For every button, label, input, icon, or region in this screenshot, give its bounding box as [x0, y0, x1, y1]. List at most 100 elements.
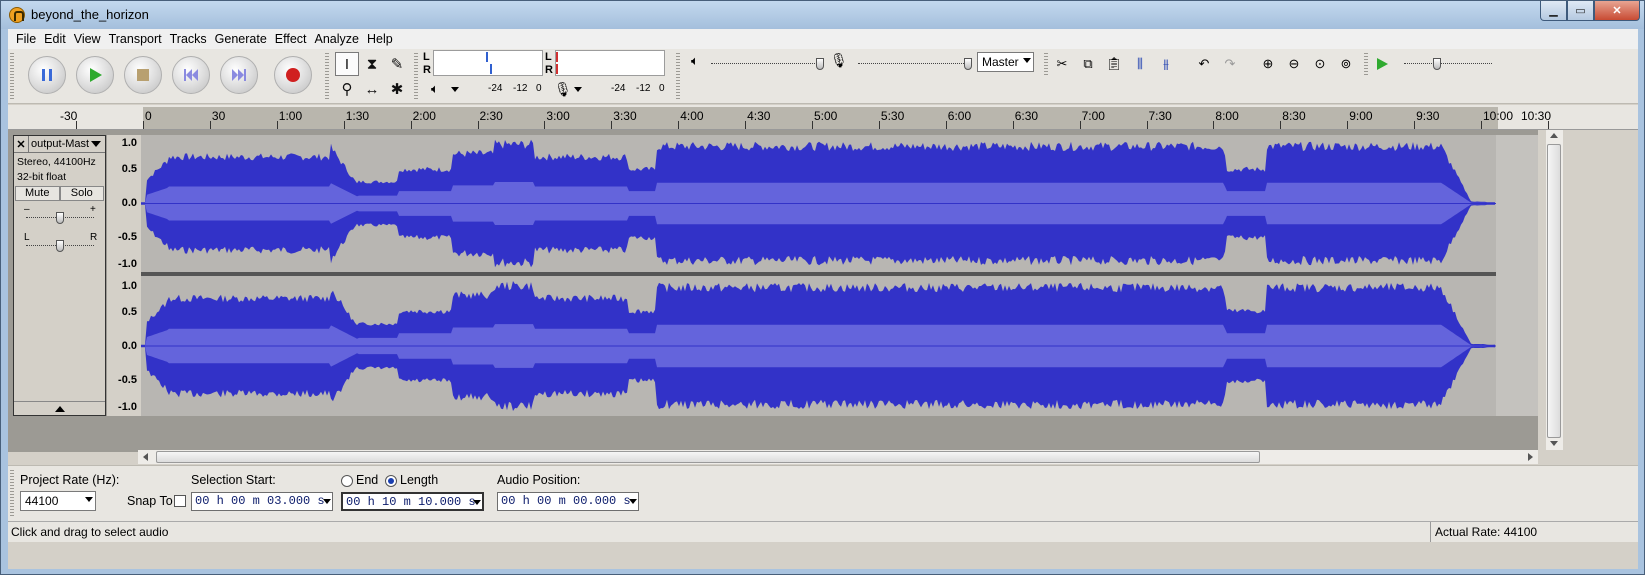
fit-project-button[interactable]: ⊚ — [1334, 53, 1358, 75]
input-volume-slider[interactable] — [858, 63, 968, 65]
play-button[interactable] — [76, 56, 114, 94]
paste-button[interactable]: 📋︎ — [1102, 53, 1126, 75]
selection-length-field[interactable]: 00 h 10 m 10.000 s — [341, 492, 484, 511]
zoom-out-button[interactable]: ⊖ — [1282, 53, 1306, 75]
menu-transport[interactable]: Transport — [105, 32, 166, 46]
ruler-label: 6:00 — [947, 109, 972, 123]
mute-button[interactable]: Mute — [15, 186, 60, 201]
menu-view[interactable]: View — [70, 32, 105, 46]
project-rate-select[interactable]: 44100 — [20, 491, 96, 511]
play-at-speed-button[interactable] — [1370, 53, 1394, 75]
track-menu-arrow-icon[interactable] — [91, 141, 101, 147]
menu-tracks[interactable]: Tracks — [166, 32, 211, 46]
ruler-tick — [1012, 121, 1014, 129]
record-icon — [286, 68, 300, 82]
skip-to-start-button[interactable] — [172, 56, 210, 94]
stop-button[interactable] — [124, 56, 162, 94]
output-volume-thumb[interactable] — [816, 58, 824, 70]
pause-button[interactable] — [28, 56, 66, 94]
playat-grip[interactable] — [1364, 53, 1368, 75]
pan-slider-thumb[interactable] — [56, 240, 64, 252]
zoom-in-icon: ⊕ — [1262, 56, 1274, 71]
vertical-scrollbar[interactable] — [1546, 130, 1563, 450]
silence-button[interactable]: ⫵ — [1154, 53, 1178, 75]
speaker-icon[interactable]: 🔈︎ — [431, 81, 439, 97]
horizontal-scroll-thumb[interactable] — [156, 451, 1260, 463]
record-button[interactable] — [274, 56, 312, 94]
zoom-in-button[interactable]: ⊕ — [1256, 53, 1280, 75]
microphone-icon[interactable]: 🎙︎ — [554, 81, 572, 98]
maximize-button[interactable]: ▭ — [1567, 1, 1594, 21]
redo-button[interactable]: ↷ — [1218, 53, 1242, 75]
solo-button[interactable]: Solo — [59, 186, 104, 201]
edit-grip[interactable] — [1044, 53, 1048, 75]
ruler-label: 7:30 — [1148, 109, 1172, 123]
skip-start-icon — [184, 69, 198, 81]
end-radio[interactable] — [341, 475, 353, 487]
scale-bot-neg1.0: -1.0 — [118, 401, 137, 413]
ruler-label: 10:30 — [1521, 109, 1552, 123]
recording-meter[interactable] — [555, 50, 665, 76]
output-volume-slider[interactable] — [711, 63, 821, 65]
draw-tool[interactable]: ✎ — [385, 52, 409, 76]
title-bar[interactable]: beyond_the_horizon ▁ ▭ ✕ — [1, 1, 1644, 29]
menu-file[interactable]: File — [12, 32, 40, 46]
collapse-track-button[interactable] — [14, 401, 105, 415]
copy-button[interactable]: ⧉ — [1076, 53, 1100, 75]
envelope-tool[interactable]: ⧗ — [360, 52, 384, 76]
horizontal-scrollbar[interactable] — [138, 450, 1538, 464]
scroll-up-icon[interactable] — [1550, 133, 1558, 138]
playback-meter[interactable] — [433, 50, 543, 76]
toolbar-grip[interactable] — [10, 53, 14, 99]
playback-meter-menu-arrow[interactable] — [451, 87, 459, 92]
fit-selection-button[interactable]: ⊙ — [1308, 53, 1332, 75]
timeshift-tool[interactable]: ↔ — [360, 77, 384, 101]
play-meter-left-label: L — [423, 51, 430, 63]
selection-start-field[interactable]: 00 h 00 m 03.000 s — [191, 492, 333, 511]
meter-grip[interactable] — [414, 53, 418, 99]
menu-edit[interactable]: Edit — [40, 32, 70, 46]
menu-analyze[interactable]: Analyze — [311, 32, 363, 46]
snap-to-checkbox[interactable] — [174, 495, 186, 507]
ruler-label: 6:30 — [1014, 109, 1039, 123]
track-close-button[interactable]: ✕ — [14, 136, 29, 152]
zoom-tool[interactable]: ⚲ — [335, 77, 359, 101]
audio-position-field[interactable]: 00 h 00 m 00.000 s — [497, 492, 639, 511]
menu-effect[interactable]: Effect — [271, 32, 311, 46]
track-name-menu[interactable]: output-Mast — [29, 138, 91, 150]
multi-tool[interactable]: ✱ — [385, 77, 409, 101]
vertical-scroll-thumb[interactable] — [1547, 144, 1561, 438]
ruler-label: 8:00 — [1215, 109, 1239, 123]
mixer-grip[interactable] — [676, 53, 680, 99]
selection-tool[interactable]: I — [335, 52, 359, 76]
scroll-left-icon[interactable] — [143, 453, 148, 461]
ruler-tick — [812, 121, 813, 129]
tools-grip[interactable] — [325, 53, 329, 99]
play-tick-0: 0 — [536, 83, 542, 94]
trim-button[interactable]: ⫼ — [1128, 53, 1152, 75]
waveform-left-channel[interactable] — [141, 135, 1496, 272]
menu-generate[interactable]: Generate — [211, 32, 271, 46]
menu-help[interactable]: Help — [363, 32, 397, 46]
ruler-tick — [678, 121, 680, 129]
track-panel[interactable]: ✕ output-Mast Stereo, 44100Hz 32-bit flo… — [8, 130, 1538, 452]
rec-meter-menu-arrow[interactable] — [574, 87, 582, 92]
play-speed-thumb[interactable] — [1433, 58, 1441, 70]
undo-button[interactable]: ↶ — [1192, 53, 1216, 75]
ruler-label: 0 — [145, 109, 152, 123]
scroll-right-icon[interactable] — [1528, 453, 1533, 461]
waveform-right-channel[interactable] — [141, 276, 1496, 416]
minimize-button[interactable]: ▁ — [1540, 1, 1567, 21]
close-button[interactable]: ✕ — [1594, 1, 1640, 21]
skip-to-end-button[interactable] — [220, 56, 258, 94]
selection-toolbar-grip[interactable] — [10, 470, 14, 516]
input-volume-thumb[interactable] — [964, 58, 972, 70]
play-speed-slider[interactable] — [1404, 63, 1492, 65]
cut-button[interactable]: ✂ — [1050, 53, 1074, 75]
input-source-select[interactable]: Master — [977, 52, 1034, 72]
length-radio[interactable] — [385, 475, 397, 487]
gain-slider-thumb[interactable] — [56, 212, 64, 224]
ruler-tick — [1414, 121, 1416, 129]
scroll-down-icon[interactable] — [1550, 441, 1558, 446]
timeline-ruler[interactable]: -30 0 30 1:00 1:30 2:00 2:30 3:00 3:30 4:00 4:30 5:… — [8, 105, 1638, 130]
